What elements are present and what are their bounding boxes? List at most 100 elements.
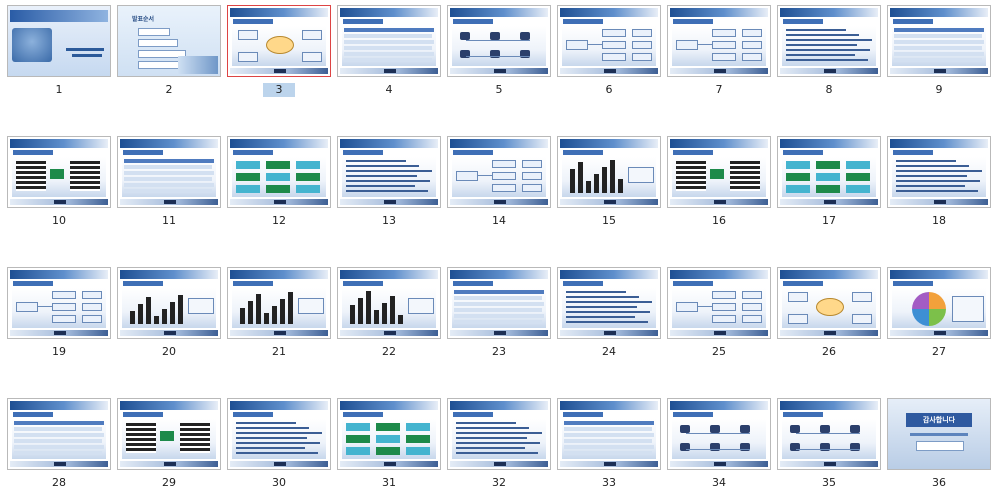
tree-leaf [632,53,652,61]
slide-number: 13 [382,214,396,227]
footer-mark [164,462,176,466]
slide-preview[interactable] [557,5,661,77]
slide-preview[interactable] [777,136,881,208]
tree-node [492,172,516,180]
tree-node [52,315,76,323]
slide-thumbnail-10[interactable]: 10 [7,136,117,236]
slide-thumbnail-19[interactable]: 19 [7,267,117,367]
slide-preview[interactable] [447,5,551,77]
slide-thumbnail-29[interactable]: 29 [117,398,227,498]
slide-thumbnail-12[interactable]: 12 [227,136,337,236]
slide-thumbnail-2[interactable]: 발표순서 2 [117,5,227,105]
text-line [786,49,870,51]
slide-preview[interactable] [7,136,111,208]
slide-preview[interactable] [447,136,551,208]
slide-thumbnail-25[interactable]: 25 [667,267,777,367]
footer-mark [54,462,66,466]
tree-leaf [522,172,542,180]
slide-thumbnail-16[interactable]: 16 [667,136,777,236]
footer-mark [384,200,396,204]
slide-preview[interactable] [777,267,881,339]
slide-header [230,8,328,17]
slide-thumbnail-30[interactable]: 30 [227,398,337,498]
slide-thumbnail-11[interactable]: 11 [117,136,227,236]
contents-item [138,39,178,47]
slide-preview[interactable] [7,5,111,77]
slide-preview[interactable]: 감사합니다 [887,398,991,470]
slide-footer [450,461,548,467]
chart-bar [398,315,403,324]
slide-thumbnail-9[interactable]: 9 [887,5,995,105]
slide-thumbnail-24[interactable]: 24 [557,267,667,367]
slide-preview[interactable] [887,5,991,77]
text-line [566,321,648,323]
slide-preview[interactable] [667,398,771,470]
slide-thumbnail-22[interactable]: 22 [337,267,447,367]
slide-preview[interactable] [227,136,331,208]
slide-thumbnail-3[interactable]: 3 [227,5,337,105]
chart-bar [570,169,575,193]
slide-preview[interactable] [117,136,221,208]
slide-footer [230,199,328,205]
slide-thumbnail-26[interactable]: 26 [777,267,887,367]
slide-preview[interactable] [557,136,661,208]
slide-thumbnail-31[interactable]: 31 [337,398,447,498]
slide-thumbnail-6[interactable]: 6 [557,5,667,105]
mixed-table [730,161,760,191]
slide-preview[interactable]: 발표순서 [117,5,221,77]
slide-preview[interactable] [227,398,331,470]
slide-preview[interactable] [337,267,441,339]
slide-preview[interactable] [887,136,991,208]
slide-thumbnail-14[interactable]: 14 [447,136,557,236]
chart-bar [248,301,253,324]
slide-preview[interactable] [447,267,551,339]
slide-preview[interactable] [557,267,661,339]
slide-header [670,8,768,17]
slide-subtitle-bar [783,150,823,155]
box-item [816,173,840,181]
slide-preview[interactable] [337,398,441,470]
slide-thumbnail-15[interactable]: 15 [557,136,667,236]
slide-preview[interactable] [777,5,881,77]
slide-preview[interactable] [7,398,111,470]
slide-thumbnail-21[interactable]: 21 [227,267,337,367]
slide-thumbnail-18[interactable]: 18 [887,136,995,236]
slide-preview[interactable] [557,398,661,470]
slide-thumbnail-23[interactable]: 23 [447,267,557,367]
slide-preview[interactable] [227,267,331,339]
slide-thumbnail-35[interactable]: 35 [777,398,887,498]
slide-preview[interactable] [887,267,991,339]
slide-preview[interactable] [7,267,111,339]
network-node [680,425,690,433]
slide-preview[interactable] [667,267,771,339]
slide-thumbnail-20[interactable]: 20 [117,267,227,367]
slide-preview[interactable] [667,136,771,208]
slide-thumbnail-7[interactable]: 7 [667,5,777,105]
slide-preview[interactable] [337,5,441,77]
chart-callout [628,167,654,183]
slide-thumbnail-4[interactable]: 4 [337,5,447,105]
slide-thumbnail-33[interactable]: 33 [557,398,667,498]
box-item [786,173,810,181]
slide-thumbnail-8[interactable]: 8 [777,5,887,105]
slide-thumbnail-34[interactable]: 34 [667,398,777,498]
slide-preview[interactable] [117,398,221,470]
slide-thumbnail-17[interactable]: 17 [777,136,887,236]
slide-thumbnail-36[interactable]: 감사합니다 36 [887,398,995,498]
chart-callout [188,298,214,314]
slide-thumbnail-27[interactable]: 27 [887,267,995,367]
slide-preview[interactable] [667,5,771,77]
slide-header [10,401,108,410]
slide-thumbnail-1[interactable]: 1 [7,5,117,105]
footer-mark [274,331,286,335]
slide-preview[interactable] [227,5,331,77]
slide-thumbnail-28[interactable]: 28 [7,398,117,498]
slide-thumbnail-13[interactable]: 13 [337,136,447,236]
slide-thumbnail-32[interactable]: 32 [447,398,557,498]
slide-preview[interactable] [777,398,881,470]
table-row [564,421,654,425]
slide-thumbnail-5[interactable]: 5 [447,5,557,105]
slide-preview[interactable] [117,267,221,339]
slide-preview[interactable] [447,398,551,470]
slide-preview[interactable] [337,136,441,208]
